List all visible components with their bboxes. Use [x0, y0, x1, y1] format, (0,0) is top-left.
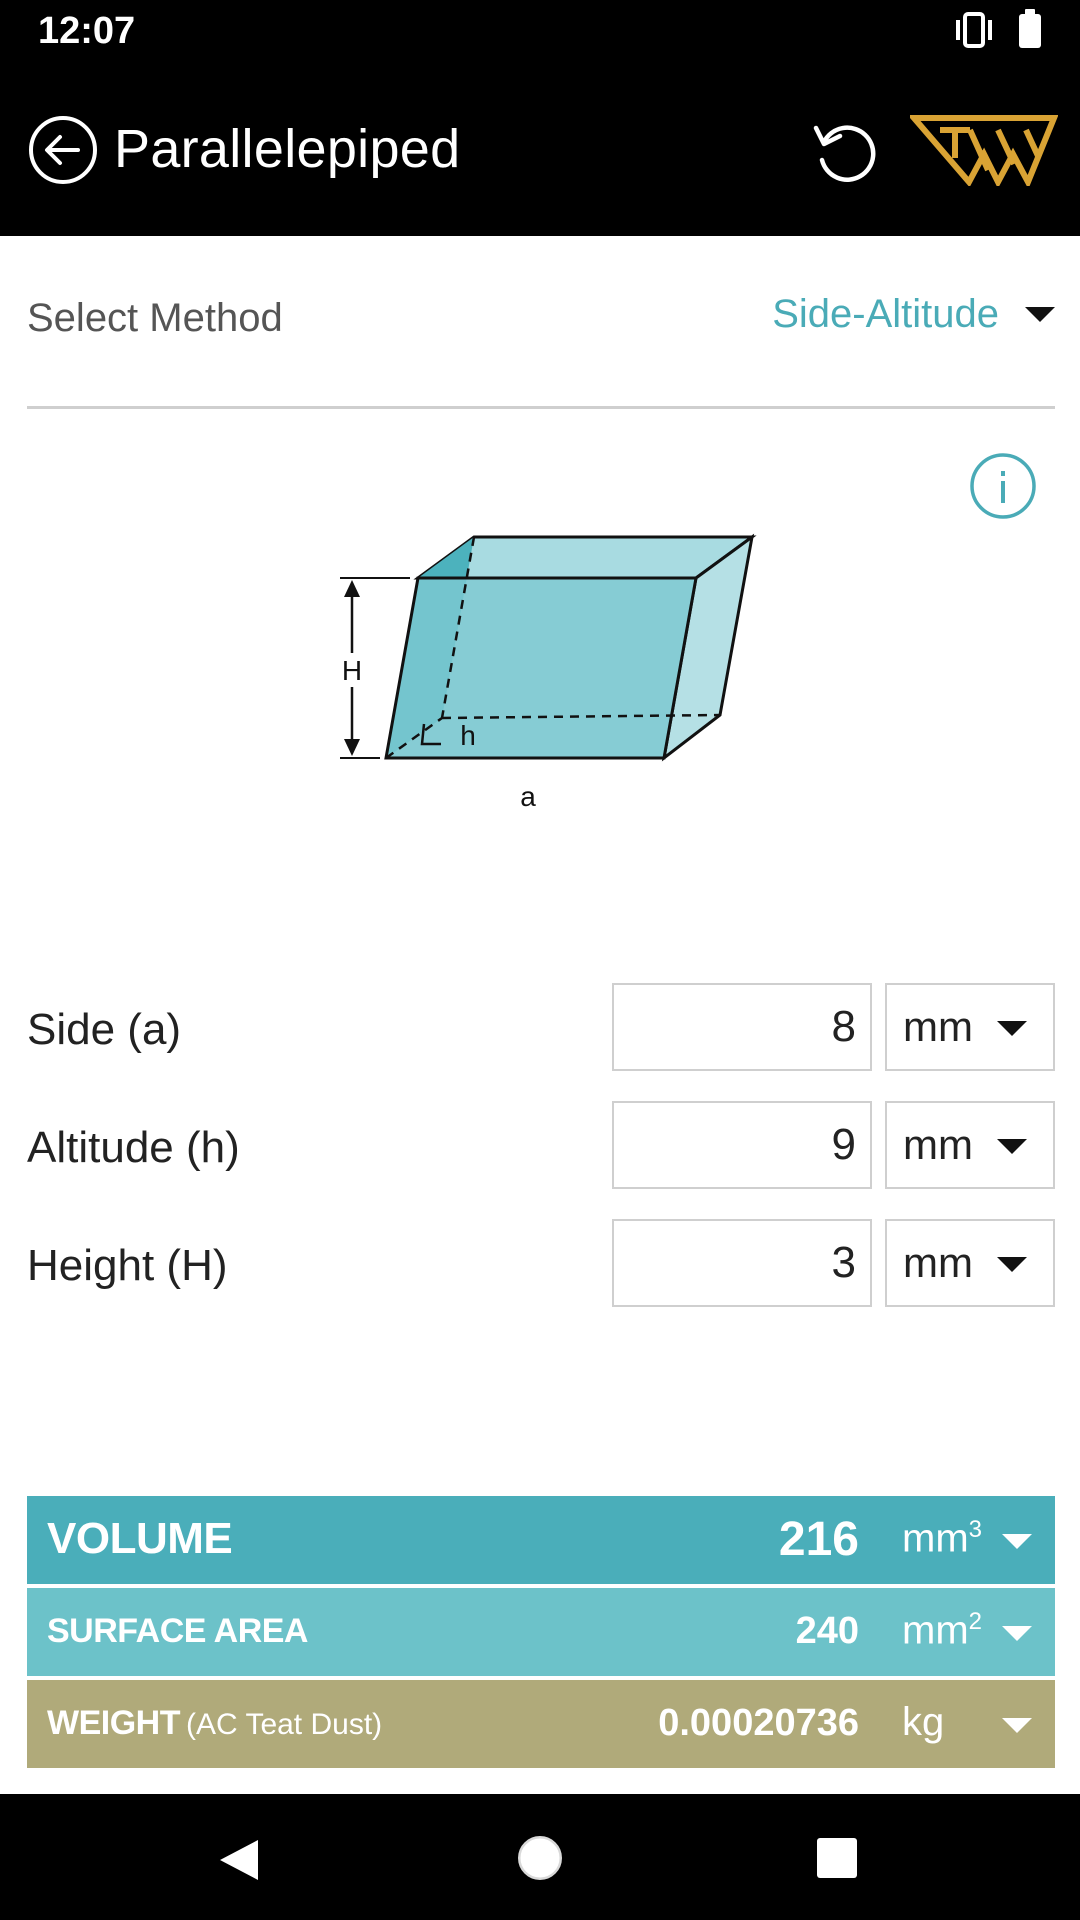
chevron-down-icon	[1002, 1718, 1032, 1733]
surface-area-label: SURFACE AREA	[47, 1612, 309, 1650]
input-row-height: Height (H) mm	[27, 1219, 1055, 1309]
altitude-unit: mm	[903, 1121, 973, 1168]
triangle-back-icon	[220, 1840, 258, 1880]
altitude-unit-dropdown[interactable]: mm	[885, 1101, 1055, 1189]
altitude-label: Altitude (h)	[27, 1123, 240, 1172]
nav-recents-button[interactable]	[817, 1838, 857, 1878]
app-bar: Parallelepiped	[0, 64, 1080, 236]
volume-value: 216	[778, 1513, 859, 1566]
surface-area-unit: mm2	[902, 1608, 982, 1653]
height-unit-dropdown[interactable]: mm	[885, 1219, 1055, 1307]
status-bar: 12:07	[0, 0, 1080, 64]
status-time: 12:07	[38, 10, 136, 52]
info-button[interactable]	[969, 452, 1037, 520]
chevron-down-icon	[997, 1257, 1027, 1272]
method-dropdown[interactable]: Side-Altitude	[772, 292, 1055, 337]
height-input[interactable]	[612, 1219, 872, 1307]
side-unit: mm	[903, 1003, 973, 1050]
info-icon	[970, 453, 1036, 519]
arrow-left-circle-icon	[29, 116, 97, 184]
input-row-side: Side (a) mm	[27, 983, 1055, 1073]
result-weight: WEIGHT (AC Teat Dust) 0.00020736 kg	[27, 1680, 1055, 1768]
surface-area-unit-dropdown[interactable]: mm2	[884, 1588, 1055, 1676]
input-row-altitude: Altitude (h) mm	[27, 1101, 1055, 1191]
surface-area-value: 240	[795, 1610, 859, 1652]
height-label: Height (H)	[27, 1241, 228, 1290]
battery-icon	[1019, 9, 1041, 48]
volume-unit-dropdown[interactable]: mm3	[884, 1496, 1055, 1584]
weight-value: 0.00020736	[658, 1702, 859, 1744]
diagram-label-altitude: h	[460, 720, 476, 751]
circle-home-icon	[517, 1835, 563, 1881]
nav-back-button[interactable]	[218, 1838, 260, 1887]
weight-material: (AC Teat Dust)	[185, 1708, 383, 1741]
method-row: Select Method Side-Altitude	[27, 236, 1055, 409]
altitude-input[interactable]	[612, 1101, 872, 1189]
weight-label: WEIGHT (AC Teat Dust)	[47, 1704, 383, 1742]
chevron-down-icon	[1002, 1534, 1032, 1549]
result-volume: VOLUME 216 mm3	[27, 1496, 1055, 1584]
refresh-icon	[813, 125, 876, 182]
reset-button[interactable]	[810, 116, 882, 188]
diagram-label-side: a	[520, 781, 536, 812]
height-unit: mm	[903, 1239, 973, 1286]
tw-logo	[907, 114, 1059, 190]
method-label: Select Method	[27, 296, 283, 340]
volume-unit: mm3	[902, 1516, 982, 1561]
chevron-down-icon	[997, 1139, 1027, 1154]
system-nav-bar	[0, 1794, 1080, 1920]
back-button[interactable]	[28, 115, 98, 185]
side-label: Side (a)	[27, 1005, 182, 1054]
chevron-down-icon	[1002, 1626, 1032, 1641]
parallelepiped-diagram: H h a	[330, 525, 760, 830]
result-surface-area: SURFACE AREA 240 mm2	[27, 1588, 1055, 1676]
volume-label: VOLUME	[47, 1514, 233, 1563]
side-unit-dropdown[interactable]: mm	[885, 983, 1055, 1071]
side-input[interactable]	[612, 983, 872, 1071]
method-value: Side-Altitude	[772, 292, 999, 336]
weight-unit: kg	[902, 1700, 945, 1744]
chevron-down-icon	[1025, 307, 1055, 322]
chevron-down-icon	[997, 1021, 1027, 1036]
vibrate-icon	[952, 12, 996, 53]
diagram-label-height: H	[342, 655, 362, 686]
nav-home-button[interactable]	[516, 1834, 564, 1887]
page-title: Parallelepiped	[114, 119, 461, 179]
weight-unit-dropdown[interactable]: kg	[884, 1680, 1055, 1768]
